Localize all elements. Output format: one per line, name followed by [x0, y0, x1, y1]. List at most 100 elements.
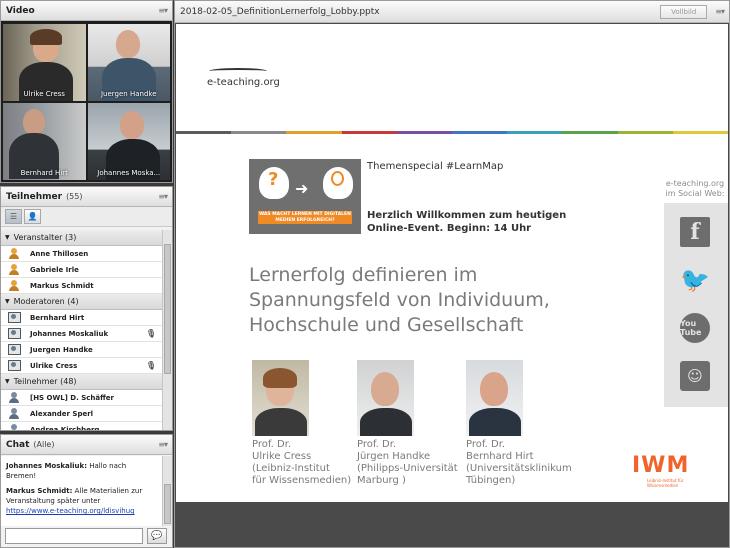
caption-line: Marburg )	[357, 475, 406, 486]
caption-line: Prof. Dr.	[466, 439, 506, 450]
video-tile[interactable]: Juergen Handke	[87, 24, 170, 101]
speaker-body	[255, 408, 307, 436]
slide-title-line: Hochschule und Gesellschaft	[249, 314, 524, 336]
chat-panel-title: Chat	[6, 439, 30, 450]
video-tile-name: Juergen Handke	[100, 90, 157, 98]
social-label-line: e-teaching.org	[665, 179, 725, 188]
colorbar-segment	[562, 131, 618, 134]
scrollbar-thumb[interactable]	[164, 484, 171, 524]
facebook-icon[interactable]: f	[680, 217, 710, 247]
caption-line: (Leibniz-Institut	[252, 463, 330, 474]
participants-scrollbar[interactable]	[162, 230, 172, 430]
participant-name: Markus Schmidt	[30, 281, 94, 290]
list-view-button[interactable]: ☰	[5, 209, 22, 224]
participant-row[interactable]: Alexander Sperl	[1, 406, 162, 422]
colorbar-segment	[231, 131, 287, 134]
participant-name: Andrea Kirchberg	[30, 425, 100, 431]
user-view-icon: 👤	[27, 212, 38, 221]
participant-group-label: Teilnehmer (48)	[13, 377, 77, 386]
speaker-body	[469, 408, 521, 436]
chat-scrollbar[interactable]	[162, 456, 172, 526]
participant-group-header[interactable]: ▼ Teilnehmer (48)	[1, 374, 162, 390]
colorbar-segment	[507, 131, 563, 134]
twitter-icon[interactable]: 🐦	[680, 265, 710, 295]
user-view-button[interactable]: 👤	[24, 209, 41, 224]
iwm-subtitle: Leibniz-Institut für Wissensmedien	[647, 478, 683, 488]
participants-list: ▼ Veranstalter (3) Anne Thillosen Gabriele …	[1, 230, 162, 430]
welcome-line: Herzlich Willkommen zum heutigen	[367, 210, 567, 221]
speaker-caption: Prof. Dr. Bernhard Hirt (Universitätskli…	[466, 439, 572, 487]
participant-name: Alexander Sperl	[30, 409, 94, 418]
video-person	[115, 30, 140, 58]
participant-row[interactable]: Gabriele Irle	[1, 262, 162, 278]
list-view-icon: ☰	[9, 212, 18, 221]
speaker-caption: Prof. Dr. Jürgen Handke (Philipps-Univer…	[357, 439, 458, 487]
youtube-icon[interactable]: You Tube	[680, 313, 710, 343]
iwm-subtitle-line: Wissensmedien	[647, 483, 679, 488]
collapse-arrow-icon[interactable]: ▼	[5, 298, 10, 305]
caption-line: Tübingen)	[466, 475, 516, 486]
chat-message: Markus Schmidt: Alle Materialien zur Ver…	[6, 486, 157, 516]
participant-group-header[interactable]: ▼ Veranstalter (3)	[1, 230, 162, 246]
chat-send-button[interactable]: 💬	[147, 528, 167, 544]
chat-scope: (Alle)	[33, 440, 55, 449]
speaker-caption: Prof. Dr. Ulrike Cress (Leibniz-Institut…	[252, 439, 351, 487]
slideshare-icon[interactable]: ☺	[680, 361, 710, 391]
participant-row[interactable]: Anne Thillosen	[1, 246, 162, 262]
scrollbar-thumb[interactable]	[164, 244, 171, 374]
fullscreen-button[interactable]: Vollbild	[660, 4, 708, 19]
e-teaching-logo: e-teaching.org	[207, 68, 280, 88]
colorbar-segment	[617, 131, 673, 134]
video-panel-header: Video ≡▾	[1, 1, 172, 21]
slide-colorbar	[176, 131, 729, 134]
collapse-arrow-icon[interactable]: ▼	[5, 234, 10, 241]
chat-input[interactable]	[5, 528, 143, 544]
themenspecial-label: Themenspecial #LearnMap	[367, 161, 504, 172]
speaker-photo	[466, 360, 523, 436]
moderator-icon	[8, 328, 21, 339]
participant-row[interactable]: Andrea Kirchberg	[1, 422, 162, 430]
caption-line: Prof. Dr.	[252, 439, 292, 450]
participant-name: Ulrike Cress	[30, 361, 78, 370]
presentation-menu-icon[interactable]: ≡▾	[715, 7, 725, 16]
colorbar-segment	[176, 131, 232, 134]
caption-line: Jürgen Handke	[357, 451, 431, 462]
chat-link[interactable]: https://www.e-teaching.org/ldisvihug	[6, 507, 135, 515]
participant-icon	[8, 392, 20, 403]
participant-row[interactable]: Markus Schmidt	[1, 278, 162, 294]
participants-count: (55)	[66, 192, 83, 201]
colorbar-segment	[396, 131, 453, 134]
chat-panel-header: Chat (Alle) ≡▾	[1, 435, 172, 455]
host-icon	[8, 280, 20, 291]
participant-name: Gabriele Irle	[30, 265, 79, 274]
speaker-body	[360, 408, 412, 436]
speaker-photo	[252, 360, 309, 436]
participants-panel-title: Teilnehmer	[6, 191, 63, 202]
chat-sender: Markus Schmidt:	[6, 487, 73, 495]
caption-line: für Wissensmedien)	[252, 475, 352, 486]
participant-row[interactable]: Bernhard Hirt	[1, 310, 162, 326]
collapse-arrow-icon[interactable]: ▼	[5, 378, 10, 385]
slide-title-line: Lernerfolg definieren im	[249, 264, 478, 286]
participant-name: Johannes Moskaliuk	[30, 329, 109, 338]
participant-group-header[interactable]: ▼ Moderatoren (4)	[1, 294, 162, 310]
lightbulb-icon	[331, 171, 344, 186]
participant-name: Anne Thillosen	[30, 249, 89, 258]
chat-panel-menu-icon[interactable]: ≡▾	[158, 440, 168, 449]
video-tile[interactable]: Ulrike Cress	[3, 24, 86, 101]
participants-panel-menu-icon[interactable]: ≡▾	[158, 192, 168, 201]
participant-row[interactable]: Johannes Moskaliuk 🎙	[1, 326, 162, 342]
video-panel-menu-icon[interactable]: ≡▾	[158, 6, 168, 15]
video-tile[interactable]: Johannes Moska...	[87, 103, 170, 180]
caption-line: Ulrike Cress	[252, 451, 312, 462]
speaker-face	[480, 372, 508, 406]
participant-row[interactable]: [HS OWL] D. Schäffer	[1, 390, 162, 406]
video-tile-name: Bernhard Hirt	[20, 169, 68, 177]
moderator-icon	[8, 344, 21, 355]
participant-row[interactable]: Juergen Handke	[1, 342, 162, 358]
participant-row[interactable]: Ulrike Cress 🎙	[1, 358, 162, 374]
colorbar-segment	[286, 131, 342, 134]
youtube-icon-text: You Tube	[680, 319, 702, 337]
video-tile[interactable]: Bernhard Hirt	[3, 103, 86, 180]
microphone-icon: 🎙	[145, 329, 156, 338]
